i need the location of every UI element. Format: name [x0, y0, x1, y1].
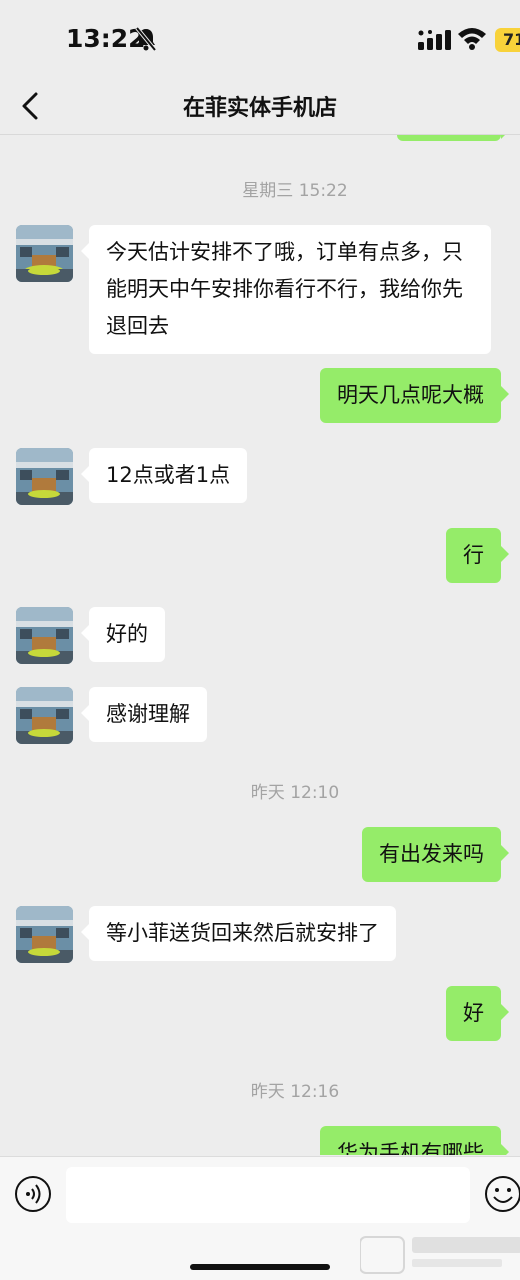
- timestamp: 昨天 12:16: [250, 1082, 340, 1102]
- chevron-left-icon[interactable]: [14, 88, 50, 124]
- wifi-icon: [458, 28, 486, 50]
- store-avatar-image: [16, 448, 73, 505]
- message-outgoing[interactable]: 华为手机有哪些: [320, 1126, 509, 1155]
- message-incoming[interactable]: 好的: [81, 607, 165, 662]
- avatar[interactable]: [16, 225, 73, 282]
- bell-slash-icon: [135, 26, 157, 52]
- home-indicator: [190, 1264, 330, 1270]
- avatar[interactable]: [16, 448, 73, 505]
- store-avatar-image: [16, 225, 73, 282]
- store-avatar-image: [16, 607, 73, 664]
- message-input[interactable]: [66, 1167, 470, 1223]
- store-avatar-image: [16, 906, 73, 963]
- message-list[interactable]: 星期三 15:22 今天估计安排不了哦，订单有点多，只能明天中午安排你看行不行，…: [0, 135, 520, 1155]
- timestamp: 昨天 12:10: [250, 783, 340, 803]
- voice-icon[interactable]: [14, 1175, 52, 1213]
- chat-screen: 13:22 71 在菲实体手机店 星期三 15:22 今天估计安排不了哦，订单有…: [0, 0, 520, 1280]
- nav-bar: 在菲实体手机店: [0, 78, 520, 135]
- message-outgoing[interactable]: 好: [446, 986, 509, 1041]
- avatar[interactable]: [16, 687, 73, 744]
- avatar[interactable]: [16, 906, 73, 963]
- input-bar: [0, 1156, 520, 1280]
- message-incoming[interactable]: 感谢理解: [81, 687, 207, 742]
- store-avatar-image: [16, 687, 73, 744]
- signal-icon: [418, 30, 451, 50]
- battery-indicator: 71: [495, 28, 520, 52]
- page-title: 在菲实体手机店: [182, 96, 337, 121]
- message-incoming[interactable]: 等小菲送货回来然后就安排了: [81, 906, 396, 961]
- avatar[interactable]: [16, 607, 73, 664]
- timestamp: 星期三 15:22: [242, 181, 348, 201]
- message-partial-top[interactable]: [397, 135, 509, 141]
- message-outgoing[interactable]: 行: [446, 528, 509, 583]
- status-bar: 13:22 71: [0, 0, 520, 78]
- message-incoming[interactable]: 今天估计安排不了哦，订单有点多，只能明天中午安排你看行不行，我给你先退回去: [81, 225, 491, 354]
- emoji-icon[interactable]: [484, 1175, 520, 1213]
- message-outgoing[interactable]: 明天几点呢大概: [320, 368, 509, 423]
- message-incoming[interactable]: 12点或者1点: [80, 448, 248, 503]
- watermark-logo: [360, 1236, 520, 1274]
- message-outgoing[interactable]: 有出发来吗: [362, 827, 509, 882]
